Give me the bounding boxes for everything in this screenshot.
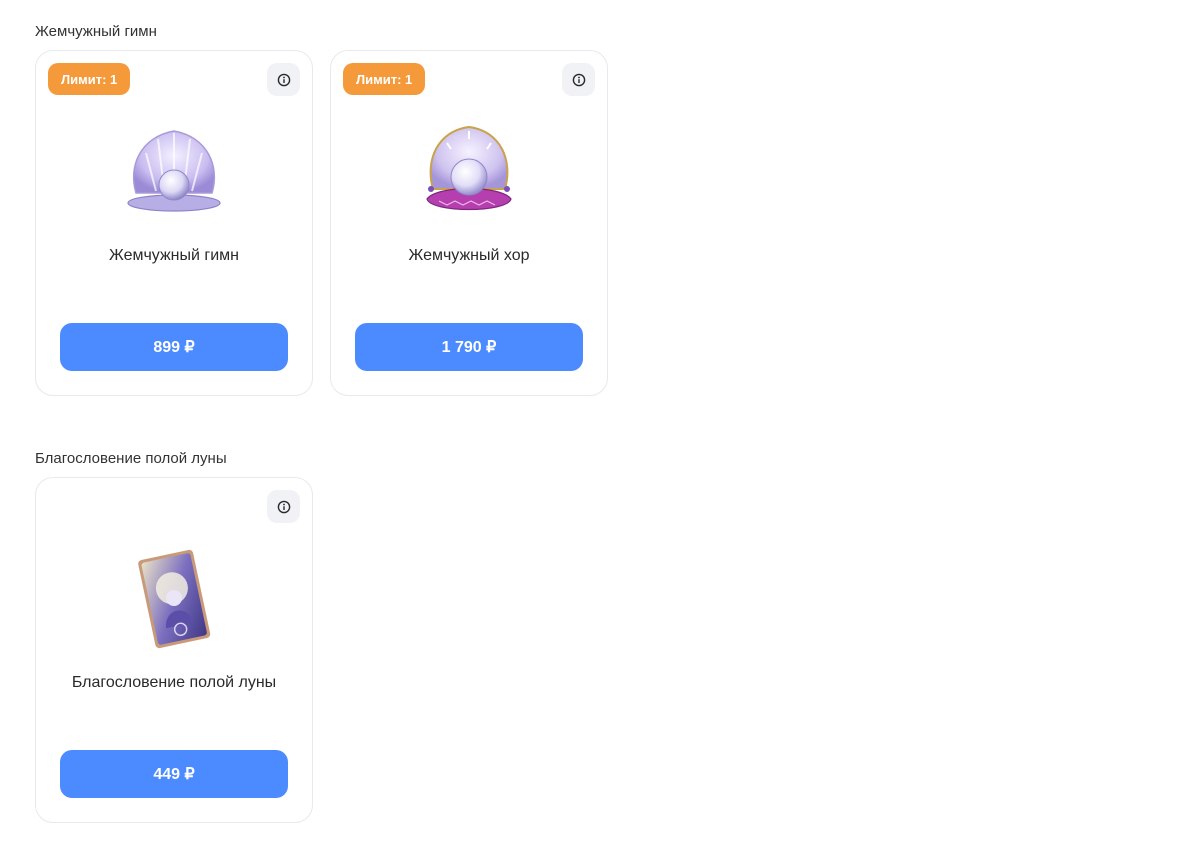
product-name: Благословение полой луны xyxy=(71,674,277,691)
pearl-shell-cushion-icon xyxy=(426,125,512,211)
limit-badge: Лимит: 1 xyxy=(343,63,426,95)
product-card-pearl-hymn: Лимит: 1 Жемчужный гимн 899 ₽ xyxy=(35,50,313,396)
info-button[interactable] xyxy=(267,63,300,96)
product-name: Жемчужный хор xyxy=(408,247,530,264)
buy-button[interactable]: 899 ₽ xyxy=(60,323,288,371)
info-button[interactable] xyxy=(562,63,595,96)
limit-badge: Лимит: 1 xyxy=(48,63,131,95)
info-icon xyxy=(277,500,290,513)
info-icon xyxy=(572,73,585,86)
moon-card-icon xyxy=(138,549,211,649)
product-grid-hollow-moon: Благословение полой луны 449 ₽ xyxy=(35,477,313,823)
info-button[interactable] xyxy=(267,490,300,523)
product-name: Жемчужный гимн xyxy=(108,247,240,264)
section-title-hollow-moon: Благословение полой луны xyxy=(35,450,227,467)
buy-button[interactable]: 1 790 ₽ xyxy=(355,323,583,371)
buy-button[interactable]: 449 ₽ xyxy=(60,750,288,798)
section-title-pearl-hymn: Жемчужный гимн xyxy=(35,23,157,40)
product-card-pearl-choir: Лимит: 1 Жемчужный хор 1 790 ₽ xyxy=(330,50,608,396)
info-icon xyxy=(277,73,290,86)
product-card-hollow-moon: Благословение полой луны 449 ₽ xyxy=(35,477,313,823)
pearl-shell-icon xyxy=(127,130,221,212)
product-grid-pearl-hymn: Лимит: 1 Жемчужный гимн 899 ₽ Лимит: 1 Ж… xyxy=(35,50,608,396)
